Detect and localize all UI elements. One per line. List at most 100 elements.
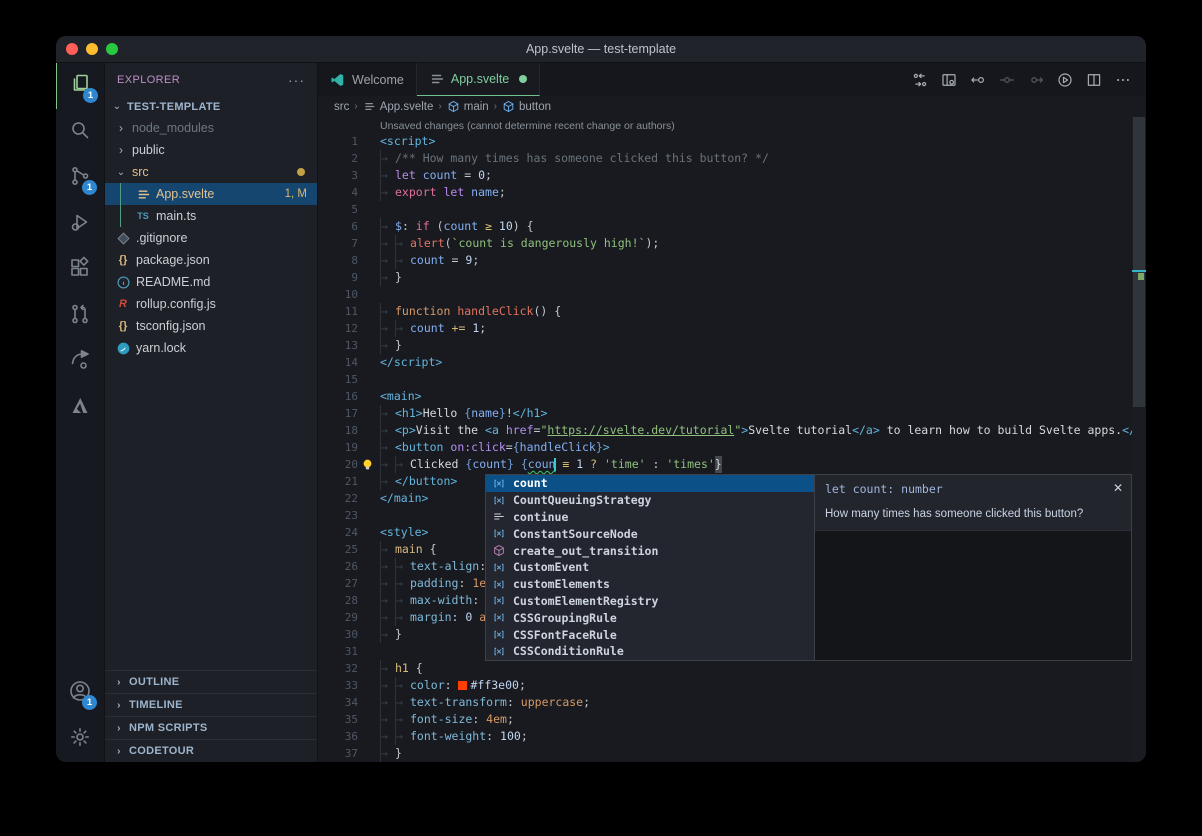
sidebar-panel-npm-scripts[interactable]: ›NPM SCRIPTS: [105, 716, 317, 739]
code-line-16[interactable]: 16<main>: [318, 388, 1146, 405]
extensions-activity-button[interactable]: [56, 247, 104, 293]
code-line-13[interactable]: 13→}: [318, 337, 1146, 354]
code-line-12[interactable]: 12→→count += 1;: [318, 320, 1146, 337]
breadcrumb-item-app-svelte[interactable]: App.svelte: [363, 100, 434, 113]
suggestion-item-customelementregistry[interactable]: CustomElementRegistry: [486, 593, 814, 610]
file-name: tsconfig.json: [136, 319, 205, 333]
suggestion-item-countqueuingstrategy[interactable]: CountQueuingStrategy: [486, 492, 814, 509]
suggestion-item-cssconditionrule[interactable]: CSSConditionRule: [486, 643, 814, 660]
code-line-14[interactable]: 14</script>: [318, 354, 1146, 371]
file-tree-item-app-svelte[interactable]: App.svelte1, M: [105, 183, 317, 205]
suggestion-item-customevent[interactable]: CustomEvent: [486, 559, 814, 576]
line-content: →<h1>Hello {name}!</h1>: [380, 405, 1146, 422]
file-tree-item-node-modules[interactable]: ›node_modules: [105, 117, 317, 139]
code-line-19[interactable]: 19→<button on:click={handleClick}>: [318, 439, 1146, 456]
code-line-7[interactable]: 7→→alert(`count is dangerously high!`);: [318, 235, 1146, 252]
run-debug-activity-button[interactable]: [56, 201, 104, 247]
code-line-36[interactable]: 36→→font-weight: 100;: [318, 728, 1146, 745]
code-line-33[interactable]: 33→→color: #ff3e00;: [318, 677, 1146, 694]
code-line-17[interactable]: 17→<h1>Hello {name}!</h1>: [318, 405, 1146, 422]
file-tree-item-tsconfig-json[interactable]: {}tsconfig.json: [105, 315, 317, 337]
previous-change-icon[interactable]: [996, 69, 1018, 91]
open-preview-icon[interactable]: [938, 69, 960, 91]
code-line-4[interactable]: 4→export let name;: [318, 184, 1146, 201]
file-tree-item-src[interactable]: ⌄src: [105, 161, 317, 183]
sidebar-panel-timeline[interactable]: ›TIMELINE: [105, 693, 317, 716]
file-tree-item-yarn-lock[interactable]: yarn.lock: [105, 337, 317, 359]
code-line-34[interactable]: 34→→text-transform: uppercase;: [318, 694, 1146, 711]
code-token: #ff3e00: [470, 677, 518, 694]
next-change-icon[interactable]: [1025, 69, 1047, 91]
source-control-activity-button[interactable]: 1: [56, 155, 104, 201]
sidebar-panel-codetour[interactable]: ›CODETOUR: [105, 739, 317, 762]
search-icon: [68, 118, 92, 147]
code-line-8[interactable]: 8→→count = 9;: [318, 252, 1146, 269]
code-line-6[interactable]: 6→$: if (count ≥ 10) {: [318, 218, 1146, 235]
code-line-10[interactable]: 10: [318, 286, 1146, 303]
file-tree-item-main-ts[interactable]: TSmain.ts: [105, 205, 317, 227]
live-share-activity-button[interactable]: [56, 339, 104, 385]
file-tree-item-package-json[interactable]: {}package.json: [105, 249, 317, 271]
tab-whitespace-arrow: →: [380, 167, 395, 184]
code-line-9[interactable]: 9→}: [318, 269, 1146, 286]
code-line-2[interactable]: 2→/** How many times has someone clicked…: [318, 150, 1146, 167]
editor-scrollbar[interactable]: [1132, 117, 1146, 762]
file-tree-item-public[interactable]: ›public: [105, 139, 317, 161]
sidebar-panel-outline[interactable]: ›OUTLINE: [105, 670, 317, 693]
suggestion-item-cssfontfacerule[interactable]: CSSFontFaceRule: [486, 626, 814, 643]
go-back-icon[interactable]: [967, 69, 989, 91]
breadcrumb-item-button[interactable]: button: [502, 100, 551, 113]
more-actions-icon[interactable]: [1112, 69, 1134, 91]
split-editor-icon[interactable]: [1083, 69, 1105, 91]
suggestion-item-count[interactable]: count: [486, 475, 814, 492]
accounts-button[interactable]: 1: [56, 670, 104, 716]
explorer-sidebar: EXPLORER ··· ⌄ TEST-TEMPLATE ›node_modul…: [105, 63, 318, 762]
tab-whitespace-arrow: →: [380, 337, 395, 354]
code-line-32[interactable]: 32→h1 {: [318, 660, 1146, 677]
code-line-15[interactable]: 15: [318, 371, 1146, 388]
overview-ruler-modified-mark: [1138, 273, 1144, 280]
code-line-3[interactable]: 3→let count = 0;: [318, 167, 1146, 184]
code-line-35[interactable]: 35→→font-size: 4em;: [318, 711, 1146, 728]
run-icon[interactable]: [1054, 69, 1076, 91]
code-line-37[interactable]: 37→}: [318, 745, 1146, 762]
scrollbar-thumb[interactable]: [1133, 117, 1145, 407]
more-actions-icon[interactable]: ···: [288, 72, 305, 88]
breadcrumb-item-src[interactable]: src: [334, 101, 349, 113]
code-line-20[interactable]: 20→→Clicked {count} {coun ≡ 1 ? 'time' :…: [318, 456, 1146, 473]
tab-app-svelte[interactable]: App.svelte: [417, 63, 540, 96]
line-number: 30: [318, 626, 358, 643]
suggestion-item-create-out-transition[interactable]: create_out_transition: [486, 542, 814, 559]
code-line-1[interactable]: 1<script>: [318, 133, 1146, 150]
file-tree-item-readme-md[interactable]: README.md: [105, 271, 317, 293]
line-number: 34: [318, 694, 358, 711]
code-line-18[interactable]: 18→<p>Visit the <a href="https://svelte.…: [318, 422, 1146, 439]
settings-gear-button[interactable]: [56, 716, 104, 762]
variable-icon: [490, 577, 507, 592]
search-activity-button[interactable]: [56, 109, 104, 155]
tab-welcome[interactable]: Welcome: [318, 63, 417, 96]
chevron-right-icon: ›: [113, 677, 125, 688]
code-line-11[interactable]: 11→function handleClick() {: [318, 303, 1146, 320]
file-tree-item--gitignore[interactable]: .gitignore: [105, 227, 317, 249]
project-root-row[interactable]: ⌄ TEST-TEMPLATE: [105, 96, 317, 117]
close-icon[interactable]: ✕: [1113, 481, 1123, 495]
gutter: [358, 150, 380, 167]
file-tree-item-rollup-config-js[interactable]: Rrollup.config.js: [105, 293, 317, 315]
breadcrumb-item-main[interactable]: main: [447, 100, 489, 113]
azure-activity-button[interactable]: [56, 385, 104, 431]
suggestion-item-continue[interactable]: continue: [486, 509, 814, 526]
suggestion-label: ConstantSourceNode: [513, 527, 638, 541]
github-pull-requests-activity-button[interactable]: [56, 293, 104, 339]
explorer-activity-button[interactable]: 1: [56, 63, 105, 109]
suggestion-item-cssgroupingrule[interactable]: CSSGroupingRule: [486, 609, 814, 626]
suggestion-item-constantsourcenode[interactable]: ConstantSourceNode: [486, 525, 814, 542]
code-editor[interactable]: Unsaved changes (cannot determine recent…: [318, 117, 1146, 762]
lightbulb-icon[interactable]: [361, 458, 374, 471]
code-line-5[interactable]: 5: [318, 201, 1146, 218]
suggestion-item-customelements[interactable]: customElements: [486, 576, 814, 593]
chevron-right-icon: ›: [113, 746, 125, 757]
open-changes-icon[interactable]: [909, 69, 931, 91]
suggestion-label: CountQueuingStrategy: [513, 493, 651, 507]
azure-icon: [68, 394, 92, 423]
